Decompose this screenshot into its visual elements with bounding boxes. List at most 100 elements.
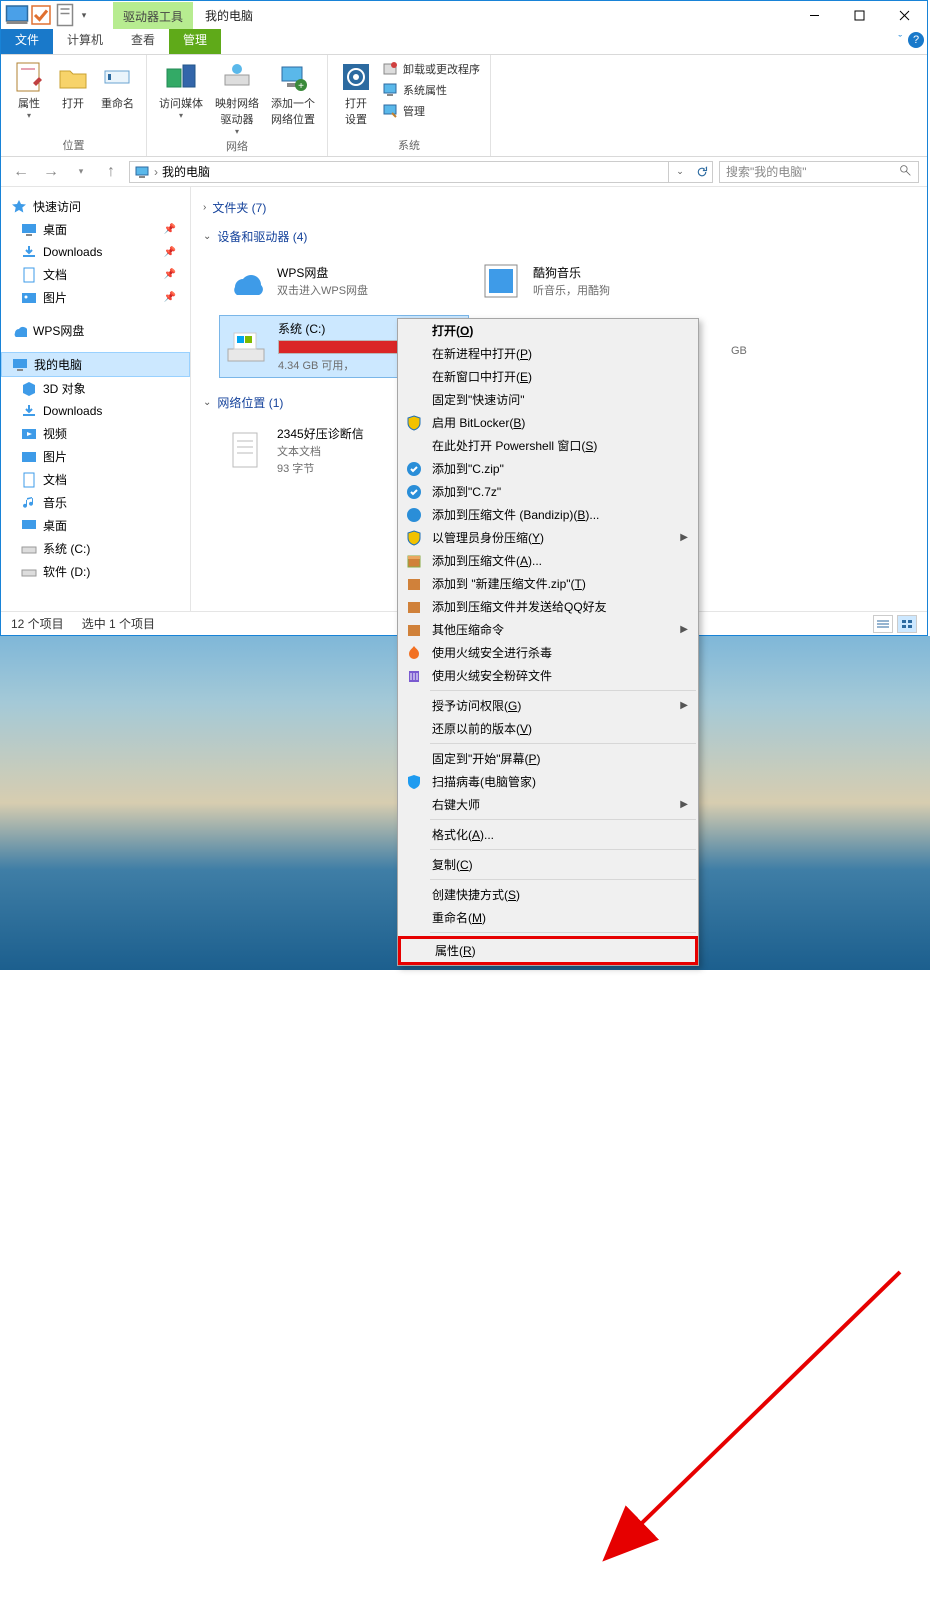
tree-downloads2[interactable]: Downloads	[1, 400, 190, 422]
ribbon-properties[interactable]: 属性▾	[7, 59, 51, 122]
archive-icon	[406, 622, 422, 638]
ctx-rename[interactable]: 重命名(M)	[398, 906, 698, 929]
nav-forward[interactable]: →	[39, 160, 63, 184]
settings-icon	[340, 61, 372, 93]
admin-shield-icon	[406, 530, 422, 546]
section-folders[interactable]: ›文件夹 (7)	[191, 193, 927, 222]
tree-quick-access[interactable]: 快速访问	[1, 195, 190, 218]
wps-icon	[11, 323, 27, 339]
minimize-button[interactable]	[792, 1, 837, 29]
tree-docs[interactable]: 文档📌	[1, 263, 190, 286]
ctx-copy[interactable]: 复制(C)	[398, 853, 698, 876]
video-icon	[21, 426, 37, 442]
tab-file[interactable]: 文件	[1, 26, 53, 54]
ctx-open[interactable]: 打开(O)	[398, 319, 698, 342]
shield-icon	[406, 415, 422, 431]
ribbon-uninstall[interactable]: 卸载或更改程序	[382, 61, 480, 77]
tree-thispc[interactable]: 我的电脑	[1, 352, 190, 377]
properties-icon	[13, 61, 45, 93]
tree-desktop[interactable]: 桌面📌	[1, 218, 190, 241]
address-bar: ← → ▾ ↑ › 我的电脑 ⌄ 搜索"我的电脑"	[1, 157, 927, 187]
maximize-button[interactable]	[837, 1, 882, 29]
ctx-add-c7z[interactable]: 添加到"C.7z"	[398, 480, 698, 503]
nav-recent-dropdown[interactable]: ▾	[69, 160, 93, 184]
quick-access-toolbar: ▾	[1, 4, 91, 26]
section-devices[interactable]: ⌄设备和驱动器 (4)	[191, 222, 927, 251]
tree-docs2[interactable]: 文档	[1, 468, 190, 491]
search-input[interactable]: 搜索"我的电脑"	[719, 161, 919, 183]
ctx-open-new-process[interactable]: 在新进程中打开(P)	[398, 342, 698, 365]
tree-pics[interactable]: 图片📌	[1, 286, 190, 309]
ribbon-rename[interactable]: 重命名	[95, 59, 140, 113]
ribbon-open[interactable]: 打开	[51, 59, 95, 113]
ribbon-access-media[interactable]: 访问媒体▾	[153, 59, 209, 122]
nav-back[interactable]: ←	[9, 160, 33, 184]
ctx-bitlocker[interactable]: 启用 BitLocker(B)	[398, 411, 698, 434]
qat-properties-icon[interactable]	[53, 4, 77, 26]
ribbon-sys-props[interactable]: 系统属性	[382, 82, 480, 98]
tab-computer[interactable]: 计算机	[53, 26, 117, 54]
ctx-properties[interactable]: 属性(R)	[401, 939, 695, 962]
pin-icon: 📌	[164, 247, 176, 258]
ctx-pin-start[interactable]: 固定到"开始"屏幕(P)	[398, 747, 698, 770]
qat-checkbox-icon[interactable]	[29, 4, 53, 26]
ribbon-manage[interactable]: 管理	[382, 103, 480, 119]
rename-icon	[102, 61, 134, 93]
ctx-powershell[interactable]: 在此处打开 Powershell 窗口(S)	[398, 434, 698, 457]
help-icon[interactable]: ?	[908, 32, 924, 48]
ctx-add-bandizip[interactable]: 添加到压缩文件 (Bandizip)(B)...	[398, 503, 698, 526]
tree-pics2[interactable]: 图片	[1, 445, 190, 468]
ctx-add-qq[interactable]: 添加到压缩文件并发送给QQ好友	[398, 595, 698, 618]
tree-downloads[interactable]: Downloads📌	[1, 241, 190, 263]
ctx-add-czip[interactable]: 添加到"C.zip"	[398, 457, 698, 480]
tree-drive-c[interactable]: 系统 (C:)	[1, 537, 190, 560]
wps-cloud-icon	[223, 259, 267, 303]
tree-3dobjects[interactable]: 3D 对象	[1, 377, 190, 400]
ctx-huorong-shred[interactable]: 使用火绒安全粉碎文件	[398, 664, 698, 687]
address-dropdown[interactable]: ⌄	[669, 161, 691, 183]
view-icons-button[interactable]	[897, 615, 917, 633]
tab-manage[interactable]: 管理	[169, 26, 221, 54]
ctx-rightclick-master[interactable]: 右键大师▶	[398, 793, 698, 816]
ctx-restore-prev[interactable]: 还原以前的版本(V)	[398, 717, 698, 740]
bandizip-icon	[406, 461, 422, 477]
app-icon	[5, 4, 29, 26]
ctx-create-shortcut[interactable]: 创建快捷方式(S)	[398, 883, 698, 906]
ctx-format[interactable]: 格式化(A)...	[398, 823, 698, 846]
nav-up[interactable]: ↑	[99, 160, 123, 184]
tree-wps[interactable]: WPS网盘	[1, 319, 190, 342]
refresh-button[interactable]	[691, 161, 713, 183]
downloads-icon	[21, 403, 37, 419]
close-button[interactable]	[882, 1, 927, 29]
ctx-huorong-scan[interactable]: 使用火绒安全进行杀毒	[398, 641, 698, 664]
view-details-button[interactable]	[873, 615, 893, 633]
ctx-open-new-window[interactable]: 在新窗口中打开(E)	[398, 365, 698, 388]
textfile-icon	[223, 429, 267, 473]
ctx-other-compress[interactable]: 其他压缩命令▶	[398, 618, 698, 641]
tree-drive-d[interactable]: 软件 (D:)	[1, 560, 190, 583]
ctx-pin-quick[interactable]: 固定到"快速访问"	[398, 388, 698, 411]
add-netloc-icon: +	[277, 61, 309, 93]
ribbon-collapse-icon[interactable]: ˇ	[898, 34, 902, 46]
ctx-add-newzip[interactable]: 添加到 "新建压缩文件.zip"(T)	[398, 572, 698, 595]
ctx-add-zip-a[interactable]: 添加到压缩文件(A)...	[398, 549, 698, 572]
search-icon	[899, 164, 912, 180]
archive-icon	[406, 599, 422, 615]
ctx-grant-access[interactable]: 授予访问权限(G)▶	[398, 694, 698, 717]
nav-tree[interactable]: 快速访问 桌面📌 Downloads📌 文档📌 图片📌 WPS网盘 我的电脑 3…	[1, 187, 191, 611]
tab-view[interactable]: 查看	[117, 26, 169, 54]
ctx-admin-compress[interactable]: 以管理员身份压缩(Y)▶	[398, 526, 698, 549]
tile-wps[interactable]: WPS网盘双击进入WPS网盘	[219, 255, 469, 307]
tile-kugou[interactable]: 酷狗音乐听音乐，用酷狗	[475, 255, 725, 307]
contextual-tab-driver-tools: 驱动器工具	[113, 2, 193, 29]
ctx-qq-scan[interactable]: 扫描病毒(电脑管家)	[398, 770, 698, 793]
tree-music[interactable]: 音乐	[1, 491, 190, 514]
breadcrumb[interactable]: › 我的电脑	[129, 161, 669, 183]
ribbon-add-net-location[interactable]: + 添加一个 网络位置	[265, 59, 321, 129]
tree-desktop2[interactable]: 桌面	[1, 514, 190, 537]
ribbon-map-drive[interactable]: 映射网络 驱动器▾	[209, 59, 265, 138]
qat-dropdown-icon[interactable]: ▾	[77, 4, 91, 26]
ribbon-open-settings[interactable]: 打开 设置	[334, 59, 378, 129]
tree-video[interactable]: 视频	[1, 422, 190, 445]
archive-icon	[406, 553, 422, 569]
